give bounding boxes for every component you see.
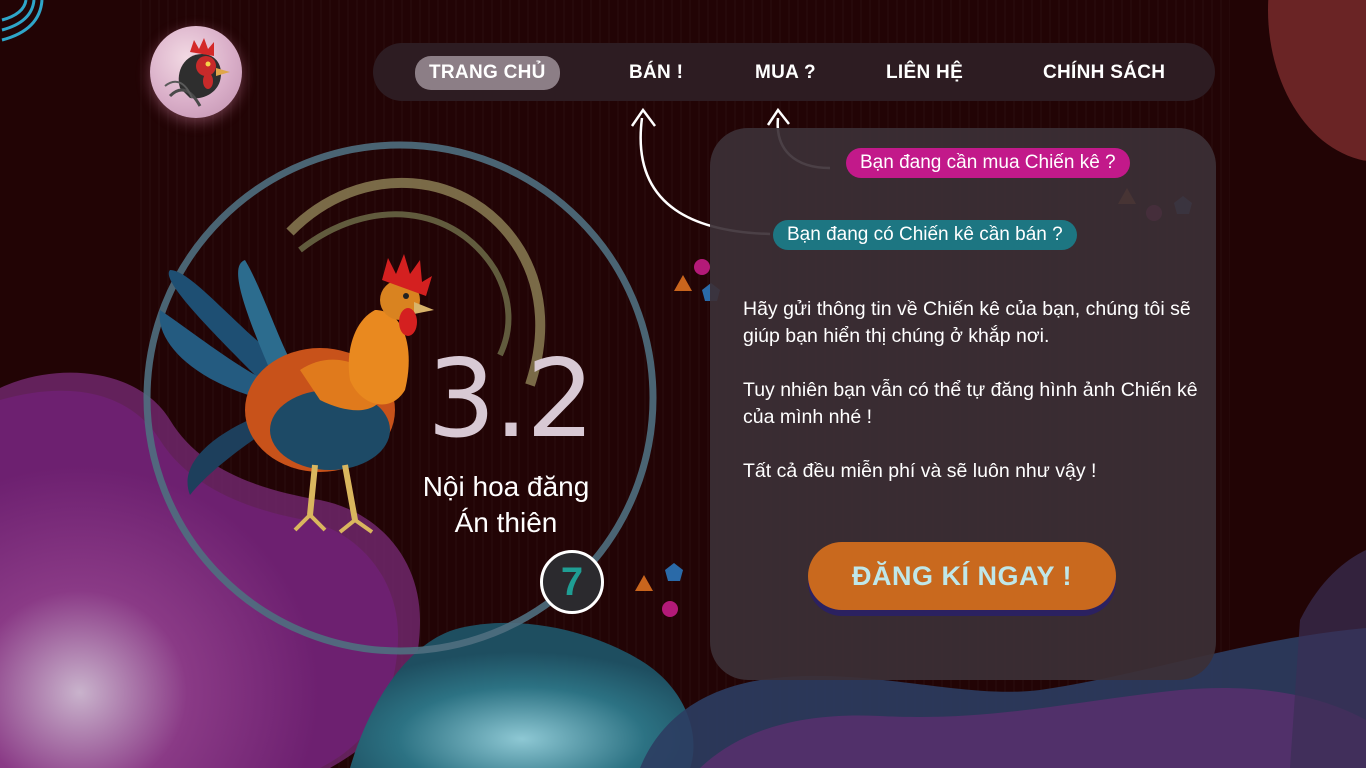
info-paragraph: Tất cả đều miễn phí và sẽ luôn như vậy ! xyxy=(743,460,1097,482)
rooster-illustration xyxy=(159,254,434,534)
info-paragraph: Tuy nhiên bạn vẫn có thể tự đăng hình ản… xyxy=(743,379,1198,428)
corner-blob xyxy=(1268,0,1366,161)
sell-callout[interactable]: Bạn đang có Chiến kê cần bán ? xyxy=(773,220,1077,250)
register-button[interactable]: ĐĂNG KÍ NGAY ! xyxy=(808,542,1116,610)
nav-item-sell[interactable]: BÁN ! xyxy=(629,57,683,89)
nav-item-home[interactable]: TRANG CHỦ xyxy=(415,56,560,90)
hero-title-line2: Án thiên xyxy=(454,507,558,538)
corner-swirl xyxy=(1,0,44,42)
hero-number: 3.2 xyxy=(427,337,595,462)
buy-callout[interactable]: Bạn đang cần mua Chiến kê ? xyxy=(846,148,1130,178)
hero-title-line1: Nội hoa đăng xyxy=(422,471,590,502)
hero-badge: 7 xyxy=(540,550,604,614)
info-paragraph: Hãy gửi thông tin về Chiến kê của bạn, c… xyxy=(743,298,1191,347)
info-text: Hãy gửi thông tin về Chiến kê của bạn, c… xyxy=(743,296,1203,512)
nav-item-buy[interactable]: MUA ? xyxy=(755,57,816,89)
nav-item-contact[interactable]: LIÊN HỆ xyxy=(886,57,963,89)
rooster-head-icon xyxy=(164,38,230,107)
main-navbar: TRANG CHỦ BÁN ! MUA ? LIÊN HỆ CHÍNH SÁCH xyxy=(373,43,1215,101)
rooster-logo-icon[interactable] xyxy=(150,26,242,118)
nav-item-policy[interactable]: CHÍNH SÁCH xyxy=(1043,57,1165,89)
